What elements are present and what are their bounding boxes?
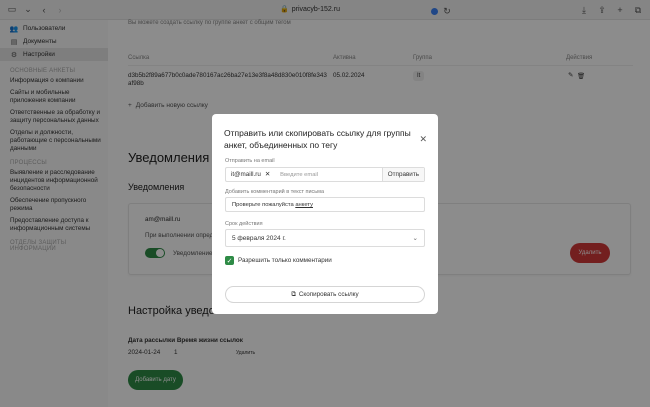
chevron-down-icon: ⌄: [412, 235, 418, 242]
email-chip-text: it@maill.ru: [231, 171, 261, 178]
email-label: Отправить на email: [225, 158, 275, 164]
copy-label: Скопировать ссылку: [298, 291, 359, 298]
comment-label: Добавить комментарий в текст письма: [225, 189, 325, 195]
send-button[interactable]: Отправить: [381, 168, 424, 181]
email-chip: it@maill.ru ✕: [226, 171, 270, 178]
copy-icon: ⧉: [291, 290, 296, 298]
validity-value: 5 февраля 2024 г.: [232, 235, 286, 242]
copy-link-button[interactable]: ⧉ Скопировать ссылку: [225, 286, 425, 303]
remove-chip-icon[interactable]: ✕: [265, 171, 270, 178]
validity-select[interactable]: 5 февраля 2024 г. ⌄: [225, 229, 425, 247]
checkbox-label: Разрешить только комментарии: [238, 257, 332, 264]
email-field: it@maill.ru ✕ Введите email Отправить: [225, 167, 425, 182]
checkbox-checked-icon[interactable]: ✓: [225, 256, 234, 265]
share-link-modal: Отправить или скопировать ссылку для гру…: [212, 114, 438, 314]
modal-title: Отправить или скопировать ссылку для гру…: [224, 128, 411, 150]
comment-text: Проверьте пожалуйста: [232, 202, 296, 208]
validity-label: Срок действия: [225, 221, 263, 227]
comments-only-checkbox[interactable]: ✓ Разрешить только комментарии: [225, 256, 332, 265]
comment-link: анкету: [295, 202, 313, 208]
email-input[interactable]: Введите email: [280, 172, 382, 178]
comment-input[interactable]: Проверьте пожалуйста анкету: [225, 197, 425, 212]
close-icon[interactable]: ✕: [419, 134, 427, 145]
